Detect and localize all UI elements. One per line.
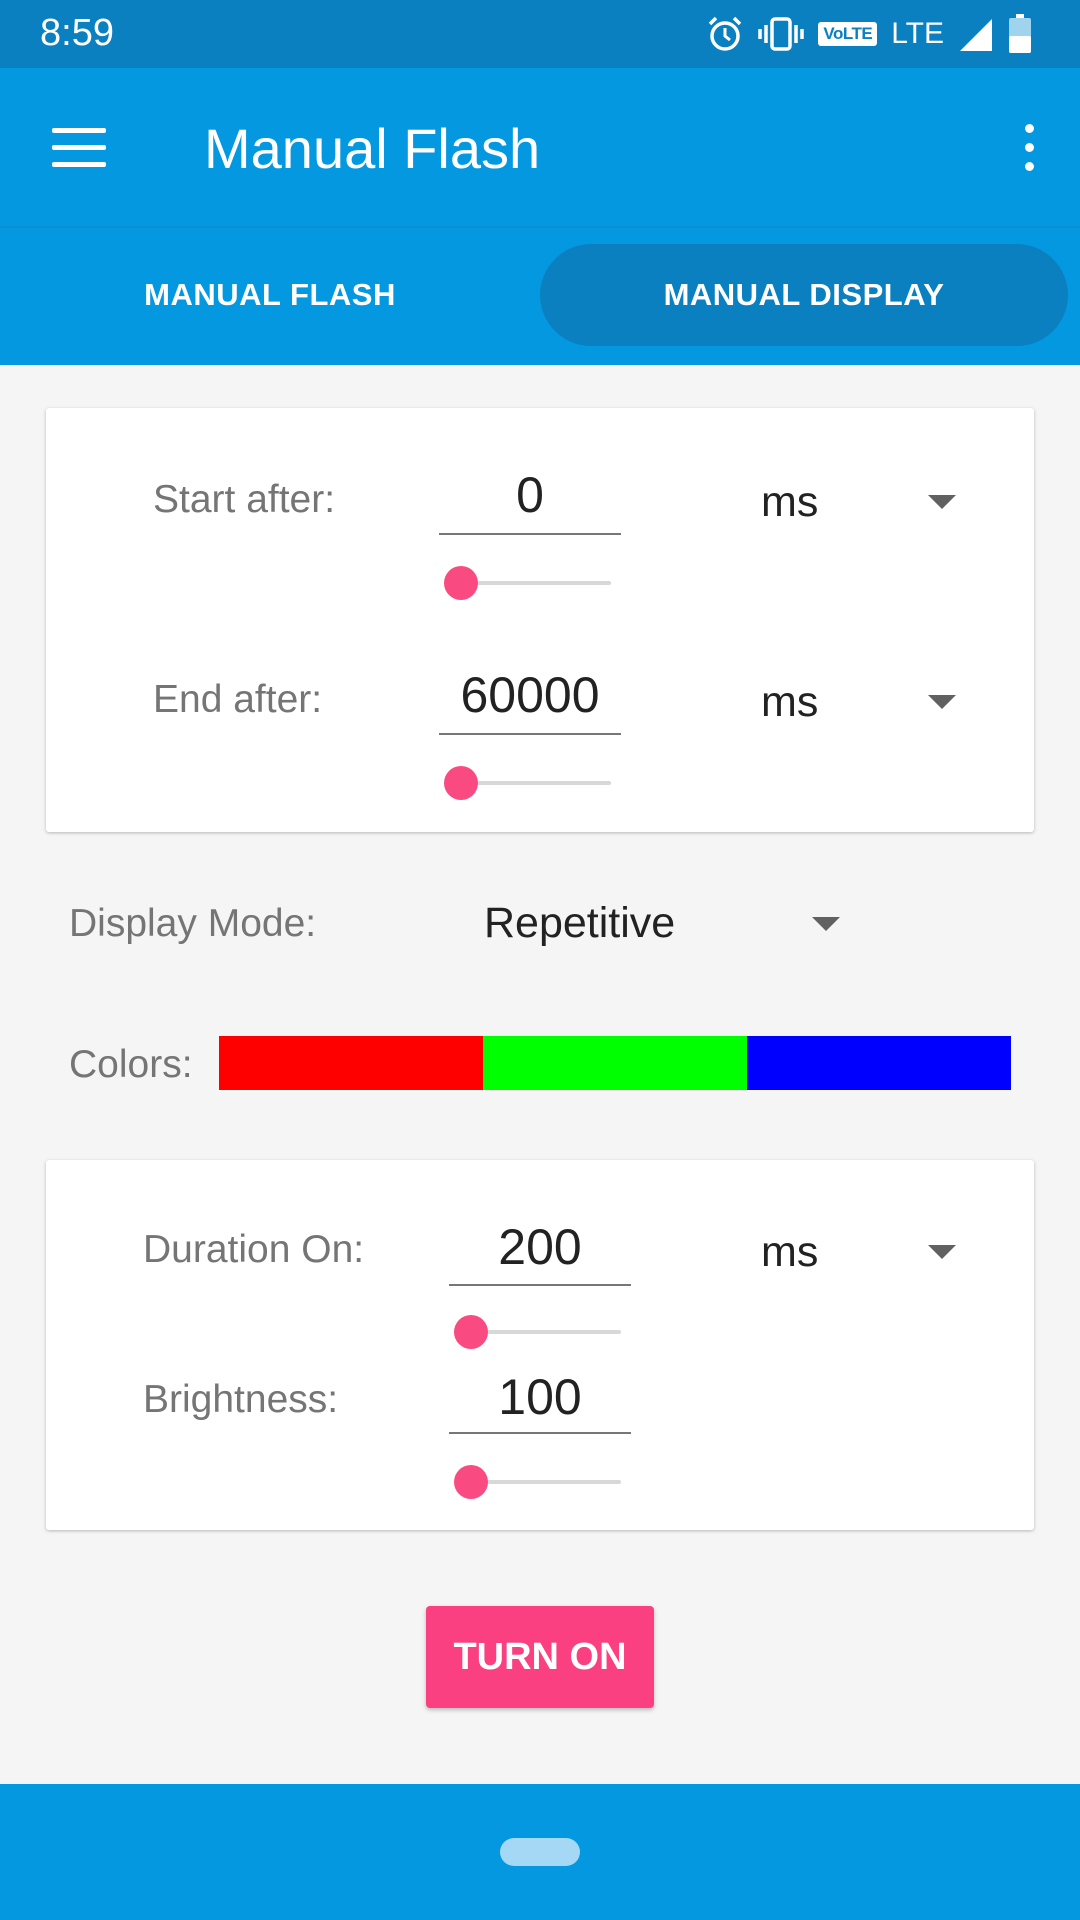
- alarm-icon: [709, 16, 742, 51]
- display-mode-label: Display Mode:: [69, 902, 317, 945]
- app-bar: Manual Flash: [0, 68, 1080, 226]
- page-title: Manual Flash: [204, 117, 541, 180]
- settings-card: Duration On: 200 ms Brightness: 100: [46, 1160, 1034, 1530]
- start-after-slider-thumb[interactable]: [444, 566, 478, 600]
- end-after-unit-select[interactable]: ms: [761, 678, 818, 727]
- brightness-slider-thumb[interactable]: [454, 1465, 488, 1499]
- end-after-underline: [439, 733, 621, 735]
- status-time: 8:59: [40, 12, 114, 54]
- timing-card: Start after: 0 ms End after: 60000 ms: [46, 408, 1034, 832]
- end-after-slider[interactable]: [461, 781, 611, 785]
- end-unit-dropdown-icon[interactable]: [928, 695, 956, 709]
- brightness-slider[interactable]: [471, 1480, 621, 1484]
- tab-manual-display[interactable]: MANUAL DISPLAY: [540, 244, 1068, 346]
- end-after-slider-thumb[interactable]: [444, 766, 478, 800]
- turn-on-button[interactable]: TURN ON: [426, 1606, 654, 1708]
- tab-bar: MANUAL FLASH MANUAL DISPLAY: [0, 226, 1080, 365]
- color-swatch-red[interactable]: [219, 1036, 483, 1090]
- brightness-underline: [449, 1432, 631, 1434]
- more-options-icon[interactable]: [1014, 122, 1044, 174]
- tab-manual-flash[interactable]: MANUAL FLASH: [0, 244, 540, 346]
- duration-on-input[interactable]: 200: [449, 1218, 631, 1276]
- duration-on-underline: [449, 1284, 631, 1286]
- display-mode-select[interactable]: Repetitive: [484, 899, 675, 948]
- start-after-unit-select[interactable]: ms: [761, 478, 818, 527]
- status-bar: 8:59 VoLTE LTE: [0, 0, 1080, 68]
- duration-on-label: Duration On:: [143, 1228, 365, 1271]
- vibrate-icon: [758, 17, 805, 51]
- duration-unit-dropdown-icon[interactable]: [928, 1245, 956, 1259]
- duration-unit-select[interactable]: ms: [761, 1228, 818, 1277]
- start-after-underline: [439, 533, 621, 535]
- brightness-label: Brightness:: [143, 1378, 339, 1421]
- start-after-input[interactable]: 0: [439, 466, 621, 524]
- volte-badge: VoLTE: [818, 22, 878, 46]
- start-after-slider[interactable]: [461, 581, 611, 585]
- battery-icon: [1009, 14, 1031, 53]
- duration-on-slider[interactable]: [471, 1330, 621, 1334]
- colors-label: Colors:: [69, 1043, 193, 1086]
- network-type: LTE: [891, 17, 944, 50]
- duration-on-slider-thumb[interactable]: [454, 1315, 488, 1349]
- color-swatch-green[interactable]: [483, 1036, 747, 1090]
- status-icons: VoLTE LTE: [706, 12, 1032, 56]
- menu-icon[interactable]: [52, 128, 108, 168]
- color-swatch-blue[interactable]: [747, 1036, 1011, 1090]
- navigation-bar: [0, 1784, 1080, 1920]
- start-after-label: Start after:: [153, 478, 336, 521]
- end-after-input[interactable]: 60000: [439, 666, 621, 724]
- start-unit-dropdown-icon[interactable]: [928, 495, 956, 509]
- end-after-label: End after:: [153, 678, 323, 721]
- brightness-input[interactable]: 100: [449, 1368, 631, 1426]
- display-mode-dropdown-icon[interactable]: [812, 917, 840, 931]
- signal-icon: [960, 19, 992, 51]
- home-gesture-pill[interactable]: [500, 1838, 580, 1866]
